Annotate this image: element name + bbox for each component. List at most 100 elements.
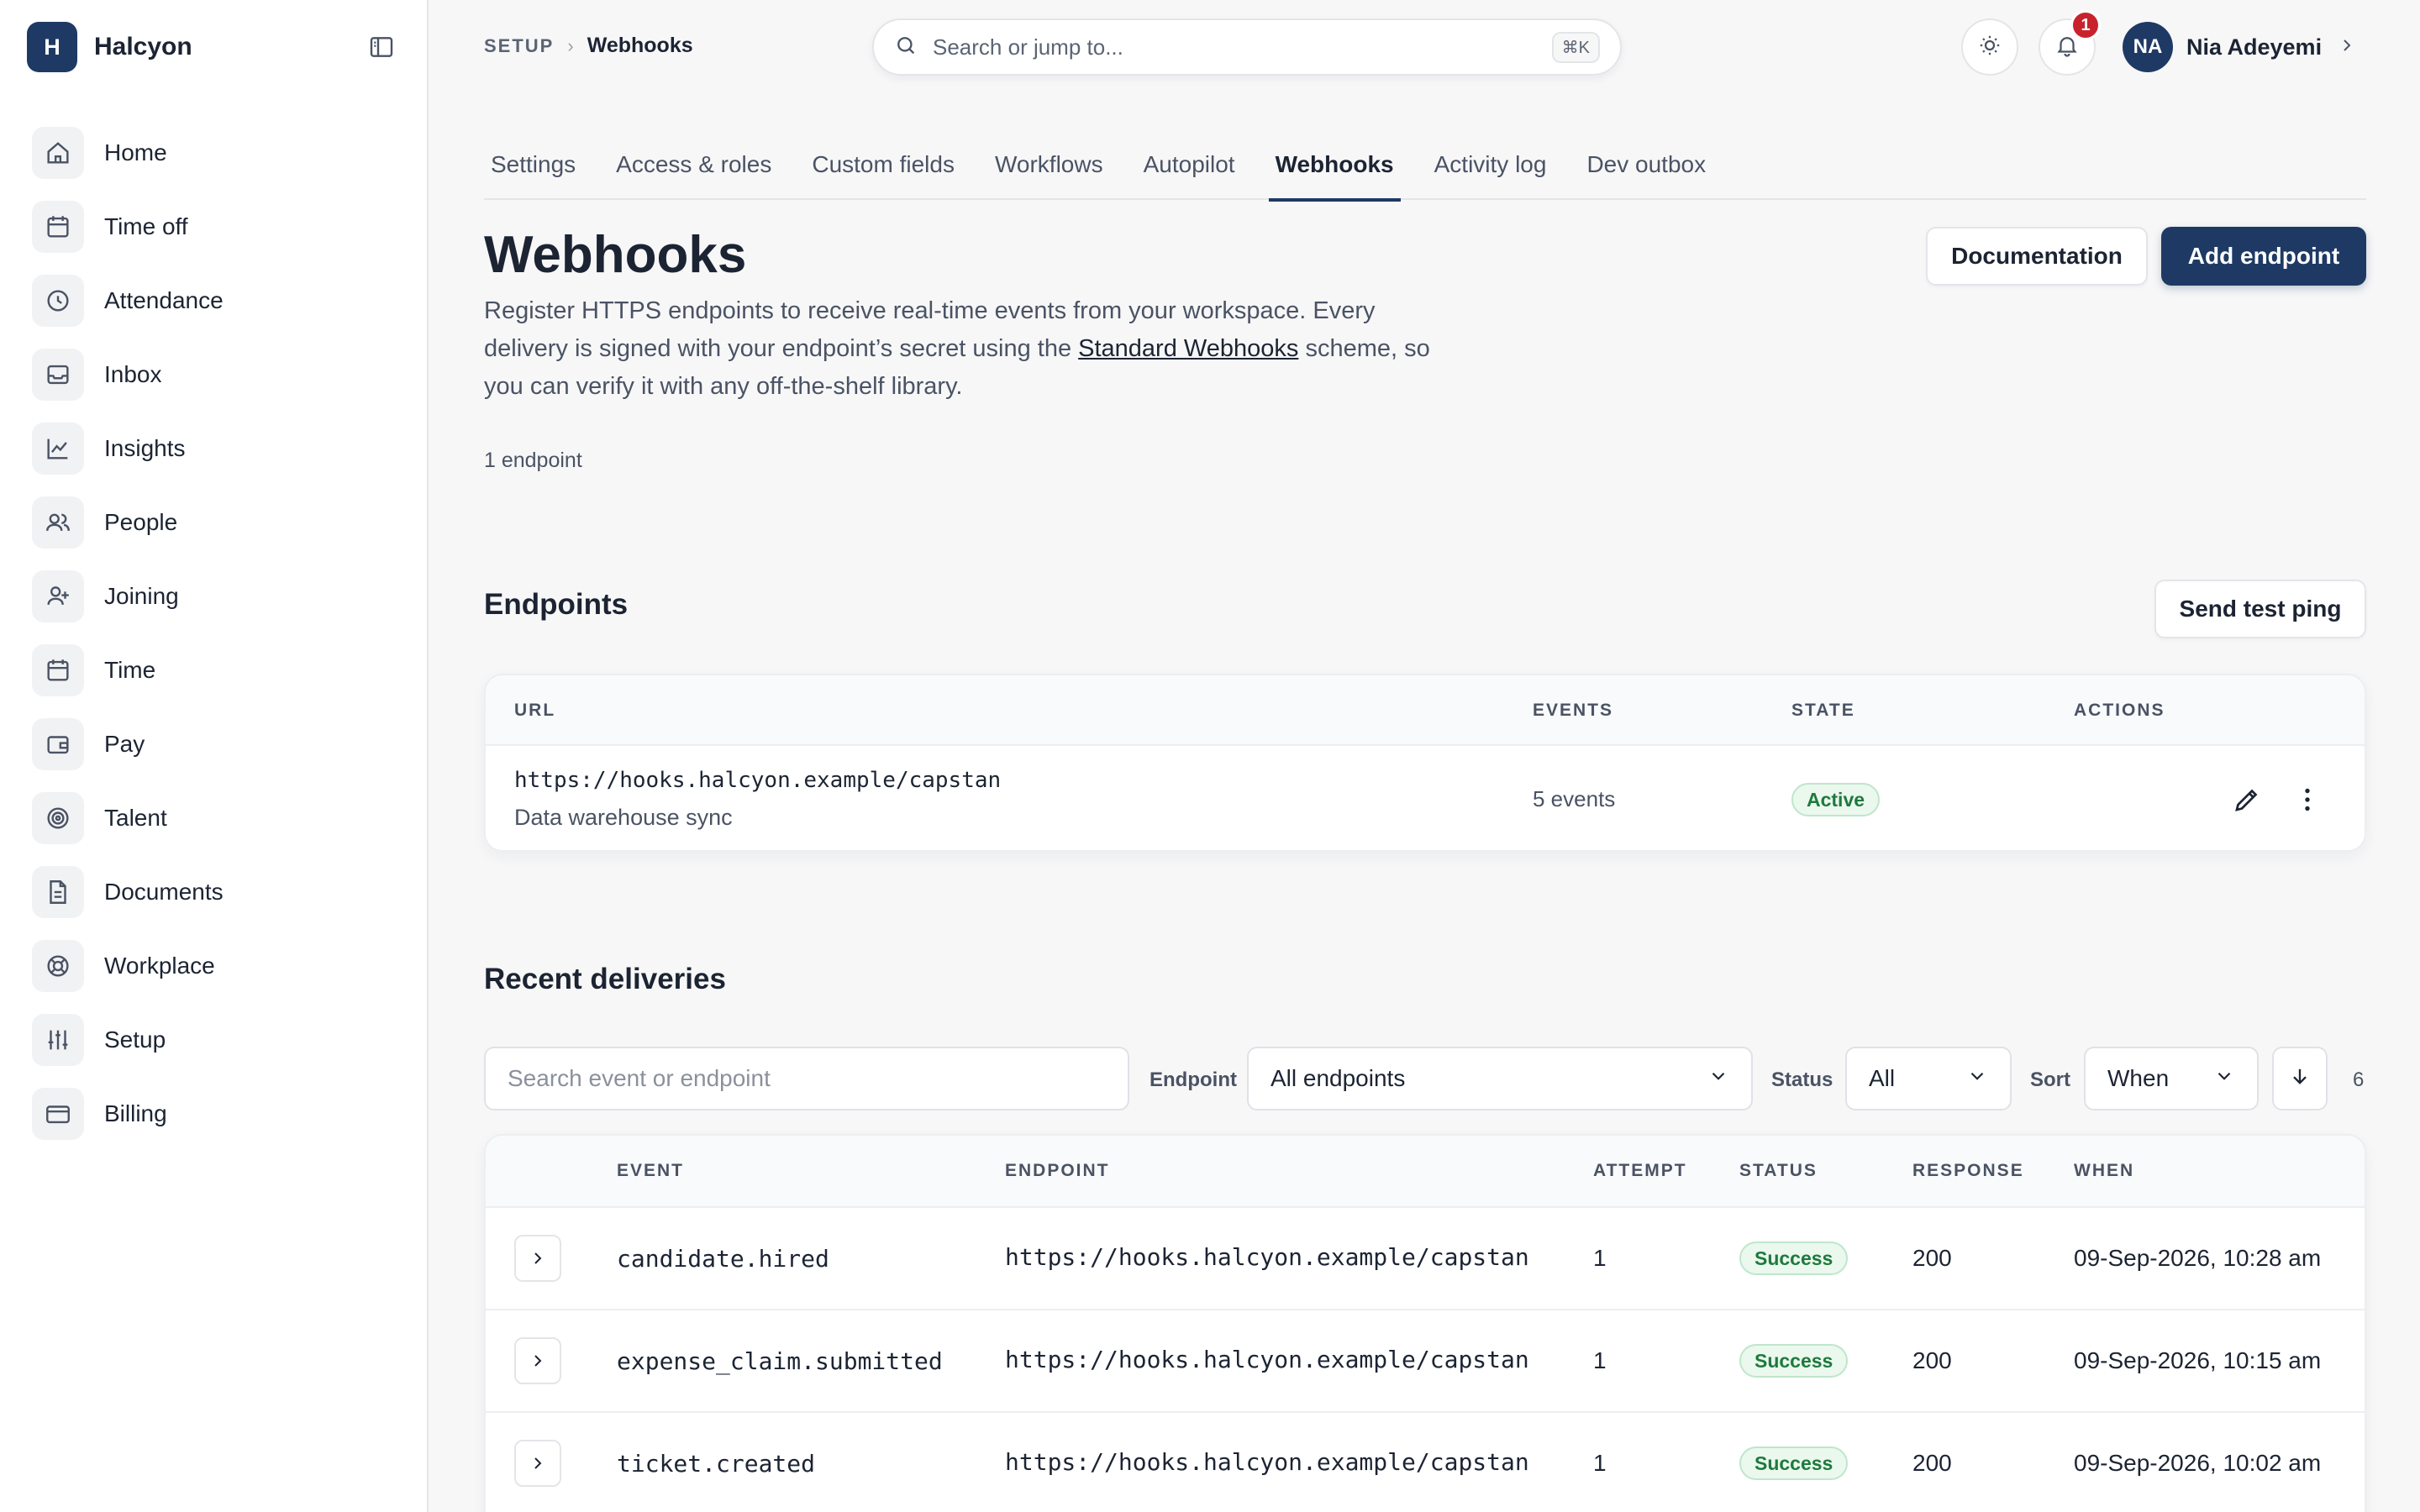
- status-filter-value: All: [1869, 1065, 1896, 1091]
- tab-settings[interactable]: Settings: [484, 141, 582, 200]
- status-filter-select[interactable]: All: [1845, 1047, 2012, 1110]
- sidebar-item-workplace[interactable]: Workplace: [32, 929, 402, 1003]
- standard-webhooks-link[interactable]: Standard Webhooks: [1078, 335, 1298, 362]
- sort-select[interactable]: When: [2084, 1047, 2259, 1110]
- endpoints-table: URL EVENTS STATE ACTIONS https://hooks.h…: [484, 674, 2366, 852]
- edit-pencil-icon[interactable]: [2232, 785, 2262, 819]
- more-vertical-icon[interactable]: [2292, 785, 2323, 819]
- endpoint-events: 5 events: [1533, 786, 1616, 811]
- delivery-attempt: 1: [1593, 1245, 1607, 1271]
- tab-workflows[interactable]: Workflows: [988, 141, 1110, 200]
- column-header-url: URL: [514, 701, 556, 720]
- sidebar-item-label: Talent: [104, 805, 167, 831]
- breadcrumb: SETUP › Webhooks: [484, 34, 693, 58]
- deliveries-table: EVENT ENDPOINT ATTEMPT STATUS RESPONSE W…: [484, 1134, 2366, 1512]
- delivery-when: 09-Sep-2026, 10:28 am: [2074, 1245, 2322, 1271]
- tab-activity-log[interactable]: Activity log: [1428, 141, 1554, 200]
- endpoint-description: Data warehouse sync: [514, 805, 733, 830]
- tab-custom-fields[interactable]: Custom fields: [805, 141, 961, 200]
- delivery-search-input[interactable]: Search event or endpoint: [484, 1047, 1129, 1110]
- sidebar-item-people[interactable]: People: [32, 486, 402, 559]
- expand-row-button[interactable]: [514, 1337, 561, 1384]
- column-header-events: EVENTS: [1533, 701, 1614, 720]
- delivery-response: 200: [1912, 1245, 1952, 1271]
- expand-row-button[interactable]: [514, 1440, 561, 1487]
- chart-line-icon: [32, 423, 84, 475]
- sidebar-item-label: Billing: [104, 1100, 167, 1126]
- delivery-attempt: 1: [1593, 1347, 1607, 1373]
- delivery-attempt: 1: [1593, 1450, 1607, 1476]
- chevron-down-icon: [1707, 1065, 1729, 1093]
- sidebar-item-pay[interactable]: Pay: [32, 707, 402, 781]
- chevron-right-icon: [534, 1355, 542, 1367]
- endpoint-filter-value: All endpoints: [1270, 1065, 1406, 1091]
- status-filter-label: Status: [1771, 1068, 1833, 1091]
- tab-access-roles[interactable]: Access & roles: [609, 141, 778, 200]
- documentation-button[interactable]: Documentation: [1926, 227, 2148, 286]
- tab-autopilot[interactable]: Autopilot: [1137, 141, 1242, 200]
- sidebar-item-inbox[interactable]: Inbox: [32, 338, 402, 412]
- delivery-response: 200: [1912, 1347, 1952, 1373]
- sidebar-item-insights[interactable]: Insights: [32, 412, 402, 486]
- sidebar-item-documents[interactable]: Documents: [32, 855, 402, 929]
- sliders-icon: [32, 1014, 84, 1066]
- delivery-count: 6: [2353, 1068, 2365, 1091]
- search-input[interactable]: Search or jump to...: [933, 34, 1552, 60]
- delivery-endpoint: https://hooks.halcyon.example/capstan: [1005, 1243, 1529, 1271]
- page-description: Register HTTPS endpoints to receive real…: [484, 292, 1459, 406]
- sidebar-item-home[interactable]: Home: [32, 116, 402, 190]
- calendar-icon: [32, 644, 84, 696]
- theme-toggle-button[interactable]: [1961, 18, 2018, 76]
- chevron-right-icon: ›: [567, 34, 574, 56]
- page-title: Webhooks: [484, 226, 747, 284]
- chevron-right-icon: [534, 1457, 542, 1469]
- endpoint-filter-label: Endpoint: [1150, 1068, 1237, 1091]
- sidebar-item-time-off[interactable]: Time off: [32, 190, 402, 264]
- expand-row-button[interactable]: [514, 1235, 561, 1282]
- sort-direction-button[interactable]: [2272, 1047, 2328, 1110]
- table-row[interactable]: expense_claim.submitted https://hooks.ha…: [486, 1309, 2365, 1411]
- notification-count-badge: 1: [2070, 10, 2101, 40]
- add-endpoint-button[interactable]: Add endpoint: [2161, 227, 2366, 286]
- delivery-when: 09-Sep-2026, 10:02 am: [2074, 1450, 2322, 1476]
- brand[interactable]: H Halcyon: [27, 22, 192, 72]
- sidebar-item-label: Time: [104, 657, 156, 683]
- sidebar-item-time[interactable]: Time: [32, 633, 402, 707]
- search-icon: [894, 34, 918, 61]
- tab-dev-outbox[interactable]: Dev outbox: [1580, 141, 1712, 200]
- sidebar-item-attendance[interactable]: Attendance: [32, 264, 402, 338]
- brand-name: Halcyon: [94, 33, 192, 60]
- delivery-response: 200: [1912, 1450, 1952, 1476]
- sidebar-item-label: People: [104, 509, 178, 535]
- notifications-button[interactable]: 1: [2039, 10, 2101, 76]
- user-plus-icon: [32, 570, 84, 622]
- breadcrumb-root[interactable]: SETUP: [484, 35, 554, 57]
- sidebar-item-joining[interactable]: Joining: [32, 559, 402, 633]
- home-icon: [32, 127, 84, 179]
- column-header-actions: ACTIONS: [2074, 701, 2165, 720]
- global-search[interactable]: Search or jump to... ⌘K: [872, 18, 1622, 76]
- endpoint-filter-select[interactable]: All endpoints: [1247, 1047, 1753, 1110]
- delivery-endpoint: https://hooks.halcyon.example/capstan: [1005, 1346, 1529, 1373]
- tab-webhooks[interactable]: Webhooks: [1268, 141, 1401, 202]
- sidebar-item-label: Insights: [104, 435, 186, 461]
- calendar-icon: [32, 201, 84, 253]
- arrow-down-icon: [2288, 1064, 2312, 1094]
- sidebar-item-billing[interactable]: Billing: [32, 1077, 402, 1151]
- users-icon: [32, 496, 84, 549]
- column-header-status: STATUS: [1739, 1161, 1818, 1180]
- sidebar-item-label: Attendance: [104, 287, 224, 313]
- lifebuoy-icon: [32, 940, 84, 992]
- sidebar-item-setup[interactable]: Setup: [32, 1003, 402, 1077]
- sun-icon: [1977, 33, 2002, 62]
- search-shortcut: ⌘K: [1551, 31, 1600, 63]
- send-test-ping-button[interactable]: Send test ping: [2154, 580, 2366, 638]
- table-row[interactable]: ticket.created https://hooks.halcyon.exa…: [486, 1411, 2365, 1512]
- table-row[interactable]: candidate.hired https://hooks.halcyon.ex…: [486, 1206, 2365, 1309]
- user-menu[interactable]: NA Nia Adeyemi: [2123, 22, 2357, 72]
- credit-card-icon: [32, 1088, 84, 1140]
- sidebar-item-talent[interactable]: Talent: [32, 781, 402, 855]
- table-row[interactable]: https://hooks.halcyon.example/capstan Da…: [486, 744, 2365, 850]
- sidebar-toggle-icon[interactable]: [368, 34, 395, 60]
- status-badge: Success: [1739, 1242, 1849, 1275]
